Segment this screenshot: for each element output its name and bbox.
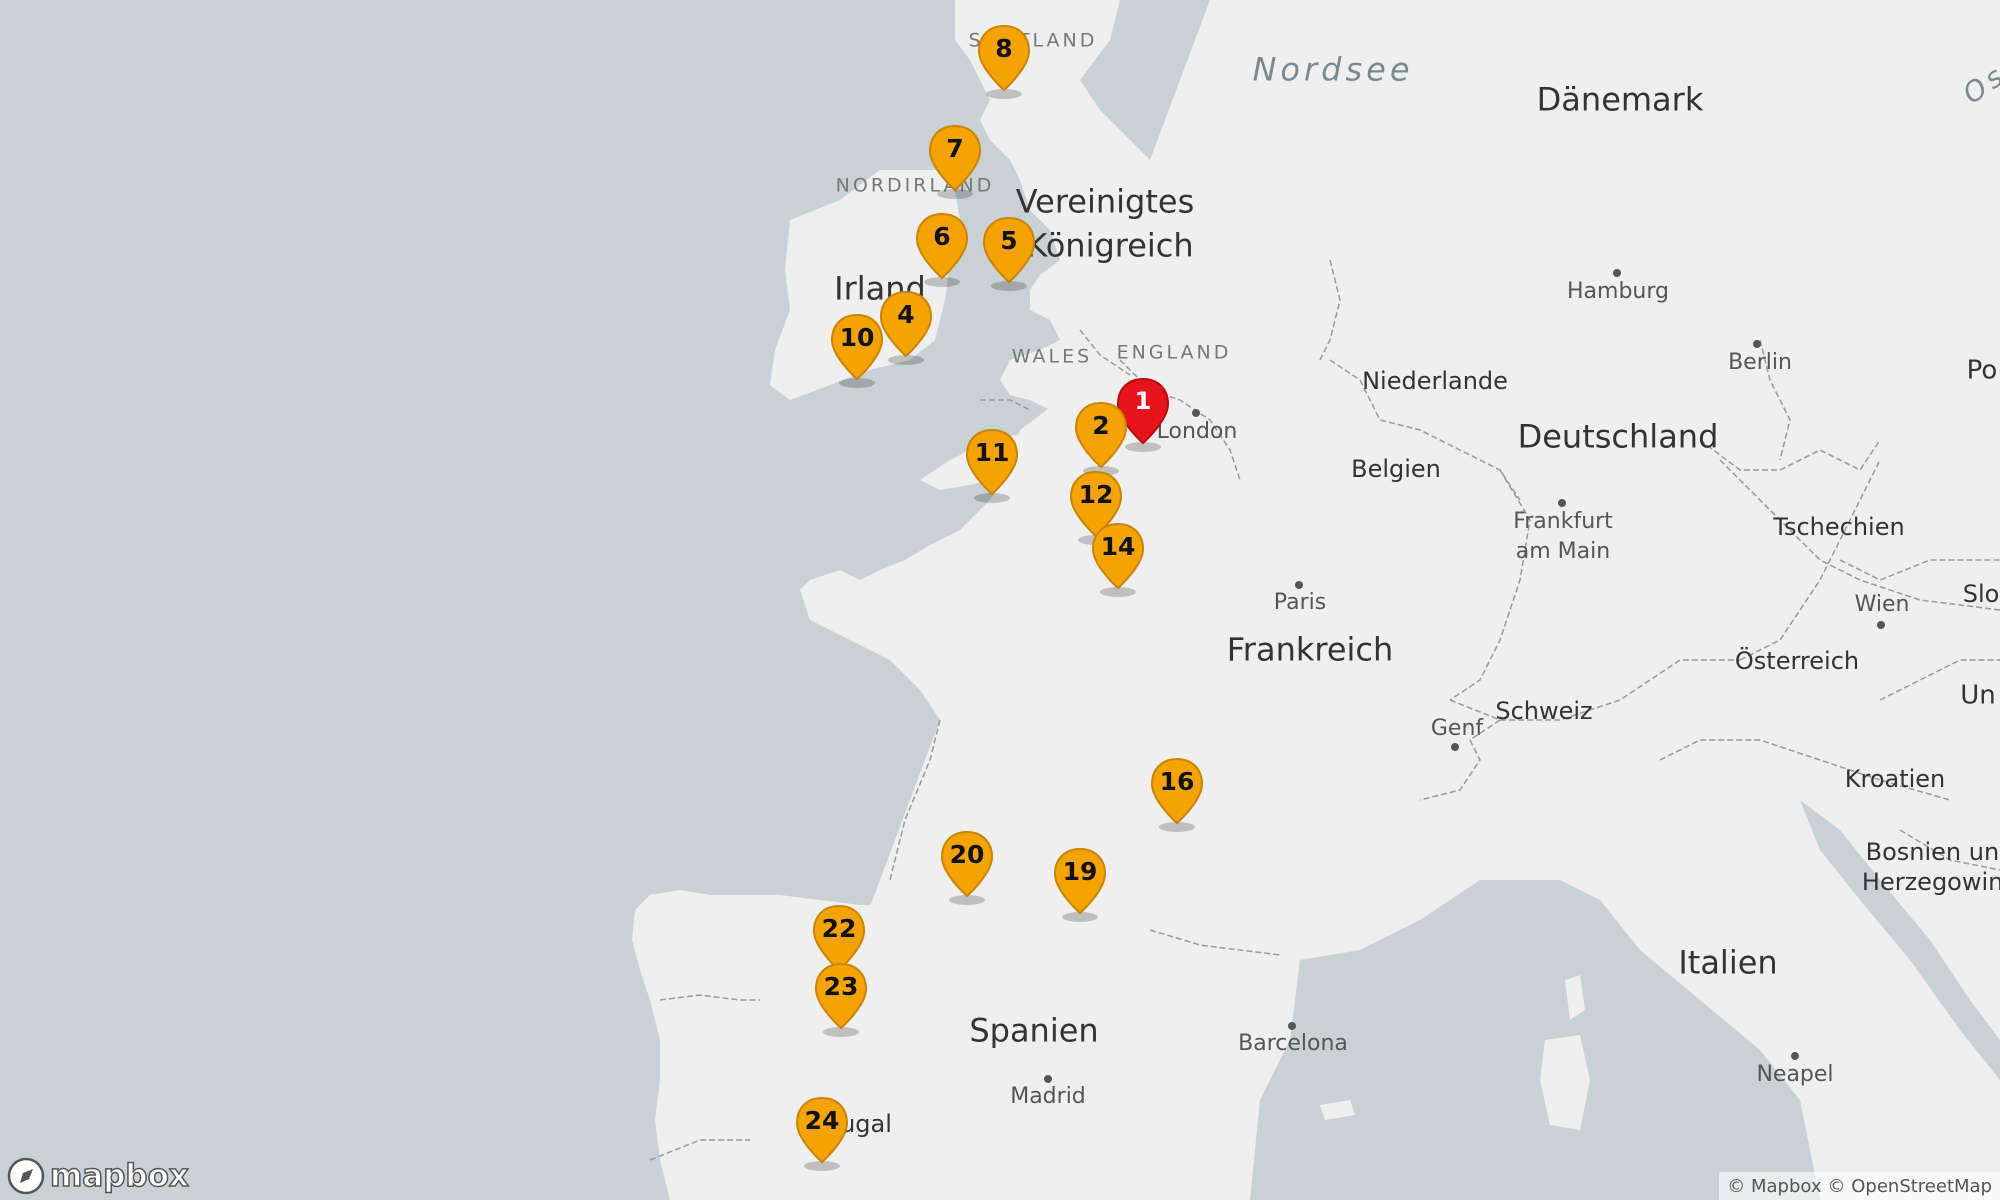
city-dot-london xyxy=(1192,409,1200,417)
country-label-ungarn: Un xyxy=(1960,680,1996,711)
country-label-italien: Italien xyxy=(1678,943,1778,982)
sea-label-nordsee: Nordsee xyxy=(1252,50,1414,89)
marker-label: 12 xyxy=(1078,480,1114,509)
city-label-frankfurt-2: am Main xyxy=(1515,538,1611,564)
map-canvas[interactable]: Nordsee Os Dänemark Vereinigtes Königrei… xyxy=(0,0,2000,1200)
city-dot-madrid xyxy=(1044,1075,1052,1083)
region-label-wales: WALES xyxy=(1011,345,1093,368)
map-attribution: © Mapbox © OpenStreetMap xyxy=(1719,1172,2000,1200)
marker-label: 24 xyxy=(804,1106,840,1135)
marker-label: 6 xyxy=(933,222,951,251)
city-dot-frankfurt xyxy=(1558,499,1566,507)
region-label-england: ENGLAND xyxy=(1116,341,1232,364)
marker-label: 14 xyxy=(1100,532,1136,561)
mapbox-logo-text: mapbox xyxy=(49,1157,189,1195)
city-label-madrid: Madrid xyxy=(1010,1083,1086,1109)
map-marker-7[interactable]: 7 xyxy=(927,124,983,200)
country-label-tschechien: Tschechien xyxy=(1773,512,1905,541)
marker-label: 5 xyxy=(1000,226,1018,255)
city-label-frankfurt-1: Frankfurt xyxy=(1513,508,1613,534)
map-marker-4[interactable]: 4 xyxy=(878,290,934,366)
city-label-hamburg: Hamburg xyxy=(1567,278,1669,304)
map-marker-23[interactable]: 23 xyxy=(813,962,869,1038)
country-label-oesterreich: Österreich xyxy=(1734,646,1860,675)
city-dot-genf xyxy=(1451,743,1459,751)
map-marker-10[interactable]: 10 xyxy=(829,313,885,389)
city-dot-wien xyxy=(1877,621,1885,629)
map-marker-8[interactable]: 8 xyxy=(976,24,1032,100)
marker-label: 4 xyxy=(897,300,915,329)
city-dot-berlin xyxy=(1753,340,1761,348)
mapbox-logo[interactable]: mapbox xyxy=(0,1152,190,1200)
marker-label: 16 xyxy=(1159,767,1195,796)
map-marker-16[interactable]: 16 xyxy=(1149,757,1205,833)
country-label-bosnien-1: Bosnien und xyxy=(1865,837,2000,866)
country-label-vereinigtes: Vereinigtes xyxy=(1015,182,1195,221)
marker-label: 10 xyxy=(839,323,875,352)
attribution-osm-link[interactable]: © OpenStreetMap xyxy=(1828,1176,1992,1197)
map-marker-14[interactable]: 14 xyxy=(1090,522,1146,598)
city-label-barcelona: Barcelona xyxy=(1238,1030,1348,1056)
map-marker-11[interactable]: 11 xyxy=(964,428,1020,504)
marker-label: 7 xyxy=(946,134,964,163)
map-marker-24[interactable]: 24 xyxy=(794,1096,850,1172)
country-label-schweiz: Schweiz xyxy=(1495,696,1593,725)
country-label-frankreich: Frankreich xyxy=(1226,630,1394,669)
city-dot-paris xyxy=(1295,581,1303,589)
city-label-wien: Wien xyxy=(1854,591,1910,617)
country-label-slowakei: Slo xyxy=(1962,579,2000,608)
marker-label: 2 xyxy=(1092,411,1110,440)
mapbox-logo-icon xyxy=(7,1157,45,1195)
country-label-belgien: Belgien xyxy=(1351,454,1441,483)
city-dot-neapel xyxy=(1791,1052,1799,1060)
map-marker-2[interactable]: 2 xyxy=(1073,401,1129,477)
city-dot-barcelona xyxy=(1288,1022,1296,1030)
city-label-paris: Paris xyxy=(1273,589,1327,615)
country-label-niederlande: Niederlande xyxy=(1362,366,1508,395)
map-marker-20[interactable]: 20 xyxy=(939,830,995,906)
city-label-genf: Genf xyxy=(1430,715,1484,741)
map-marker-6[interactable]: 6 xyxy=(914,212,970,288)
map-marker-19[interactable]: 19 xyxy=(1052,847,1108,923)
attribution-mapbox-link[interactable]: © Mapbox xyxy=(1727,1176,1821,1197)
marker-label: 23 xyxy=(823,972,859,1001)
marker-label: 20 xyxy=(949,840,985,869)
country-label-polen: Po xyxy=(1966,355,1998,386)
city-dot-hamburg xyxy=(1613,269,1621,277)
marker-label: 8 xyxy=(995,34,1013,63)
map-marker-5[interactable]: 5 xyxy=(981,216,1037,292)
country-label-kroatien: Kroatien xyxy=(1844,764,1946,793)
country-label-spanien: Spanien xyxy=(969,1011,1099,1050)
marker-label: 11 xyxy=(974,438,1010,467)
country-label-daenemark: Dänemark xyxy=(1536,80,1704,119)
city-label-neapel: Neapel xyxy=(1756,1061,1834,1087)
country-label-bosnien-2: Herzegowina xyxy=(1861,867,2000,896)
city-label-berlin: Berlin xyxy=(1728,349,1792,375)
country-label-koenigreich: Königreich xyxy=(1026,226,1194,265)
marker-label: 19 xyxy=(1062,857,1098,886)
country-label-deutschland: Deutschland xyxy=(1517,417,1719,456)
marker-label: 22 xyxy=(821,914,857,943)
